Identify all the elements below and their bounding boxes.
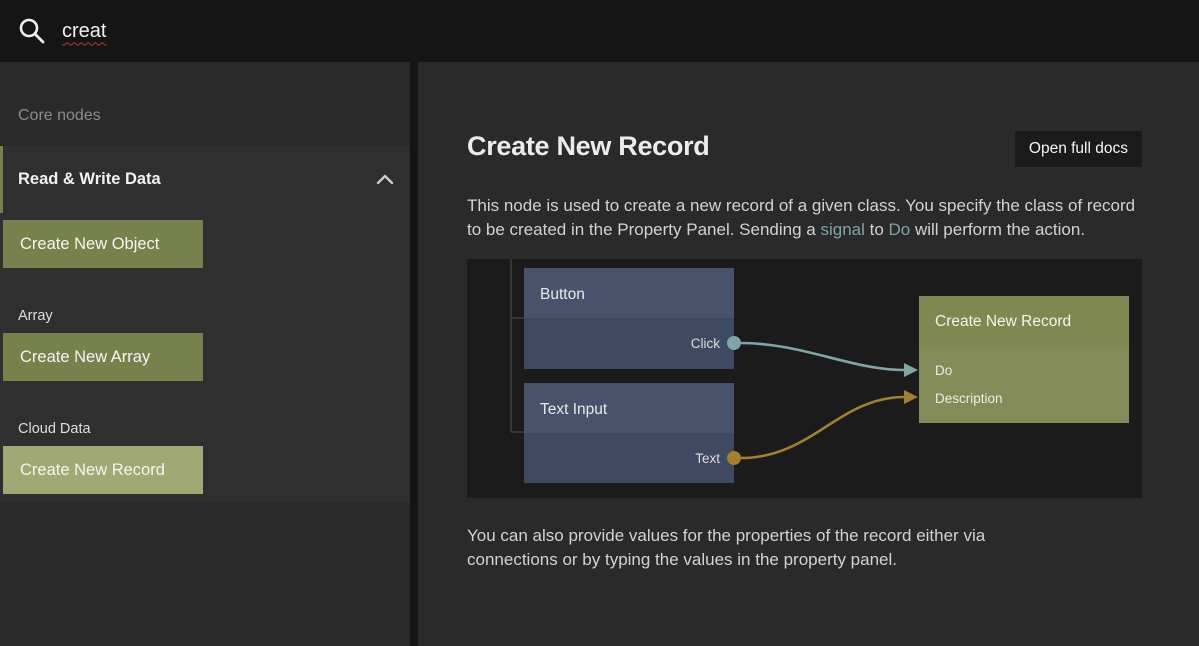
sidebar-item-create-new-array[interactable]: Create New Array <box>3 333 203 381</box>
group-title: Read & Write Data <box>18 170 161 189</box>
subheading-array: Array <box>0 308 410 324</box>
arrowhead-description <box>904 390 918 404</box>
diagram-node-text-input: Text Input Text <box>524 383 741 483</box>
do-link[interactable]: Do <box>889 220 911 239</box>
chevron-up-icon <box>376 174 394 185</box>
node-description: This node is used to create a new record… <box>467 194 1142 241</box>
sidebar-item-create-new-object[interactable]: Create New Object <box>3 220 203 268</box>
subheading-cloud-data: Cloud Data <box>0 421 410 437</box>
wire-click-to-do <box>741 343 904 370</box>
port-dot-click <box>727 336 741 350</box>
output-port-label: Text <box>695 451 720 466</box>
footer-note: You can also provide values for the prop… <box>467 524 1067 571</box>
panel-divider <box>410 62 418 646</box>
tree-connector-lines <box>511 259 524 432</box>
input-port-label-description: Description <box>935 391 1003 406</box>
node-library-sidebar: Core nodes Read & Write Data Create New … <box>0 62 410 646</box>
output-port-label: Click <box>691 336 720 351</box>
open-full-docs-button[interactable]: Open full docs <box>1015 131 1142 167</box>
description-text: to <box>865 220 889 239</box>
node-group-read-write-data: Read & Write Data Create New Object Arra… <box>0 146 410 503</box>
sidebar-item-label: Create New Array <box>20 348 150 367</box>
diagram-node-button: Button Click <box>524 268 741 369</box>
node-graph-illustration: Button Click Text Input Text <box>467 259 1142 498</box>
wire-text-to-description <box>741 397 904 458</box>
signal-link[interactable]: signal <box>820 220 864 239</box>
description-text: will perform the action. <box>910 220 1085 239</box>
search-bar: creat <box>0 0 1199 62</box>
node-title: Create New Record <box>935 313 1071 330</box>
diagram-node-create-new-record: Create New Record Do Description <box>919 296 1129 423</box>
page-title: Create New Record <box>467 131 710 162</box>
arrowhead-do <box>904 363 918 377</box>
search-query-text: creat <box>62 20 106 42</box>
port-dot-text <box>727 451 741 465</box>
search-input[interactable]: creat <box>62 20 362 43</box>
sidebar-heading: Core nodes <box>0 62 410 125</box>
node-title: Button <box>540 286 585 303</box>
group-header-read-write-data[interactable]: Read & Write Data <box>0 146 410 213</box>
search-icon[interactable] <box>17 16 47 46</box>
sidebar-item-create-new-record[interactable]: Create New Record <box>3 446 203 494</box>
sidebar-item-label: Create New Record <box>20 461 165 480</box>
node-title: Text Input <box>540 401 608 418</box>
sidebar-item-label: Create New Object <box>20 235 159 254</box>
node-docs-panel: Create New Record Open full docs This no… <box>418 62 1199 646</box>
input-port-label-do: Do <box>935 363 952 378</box>
